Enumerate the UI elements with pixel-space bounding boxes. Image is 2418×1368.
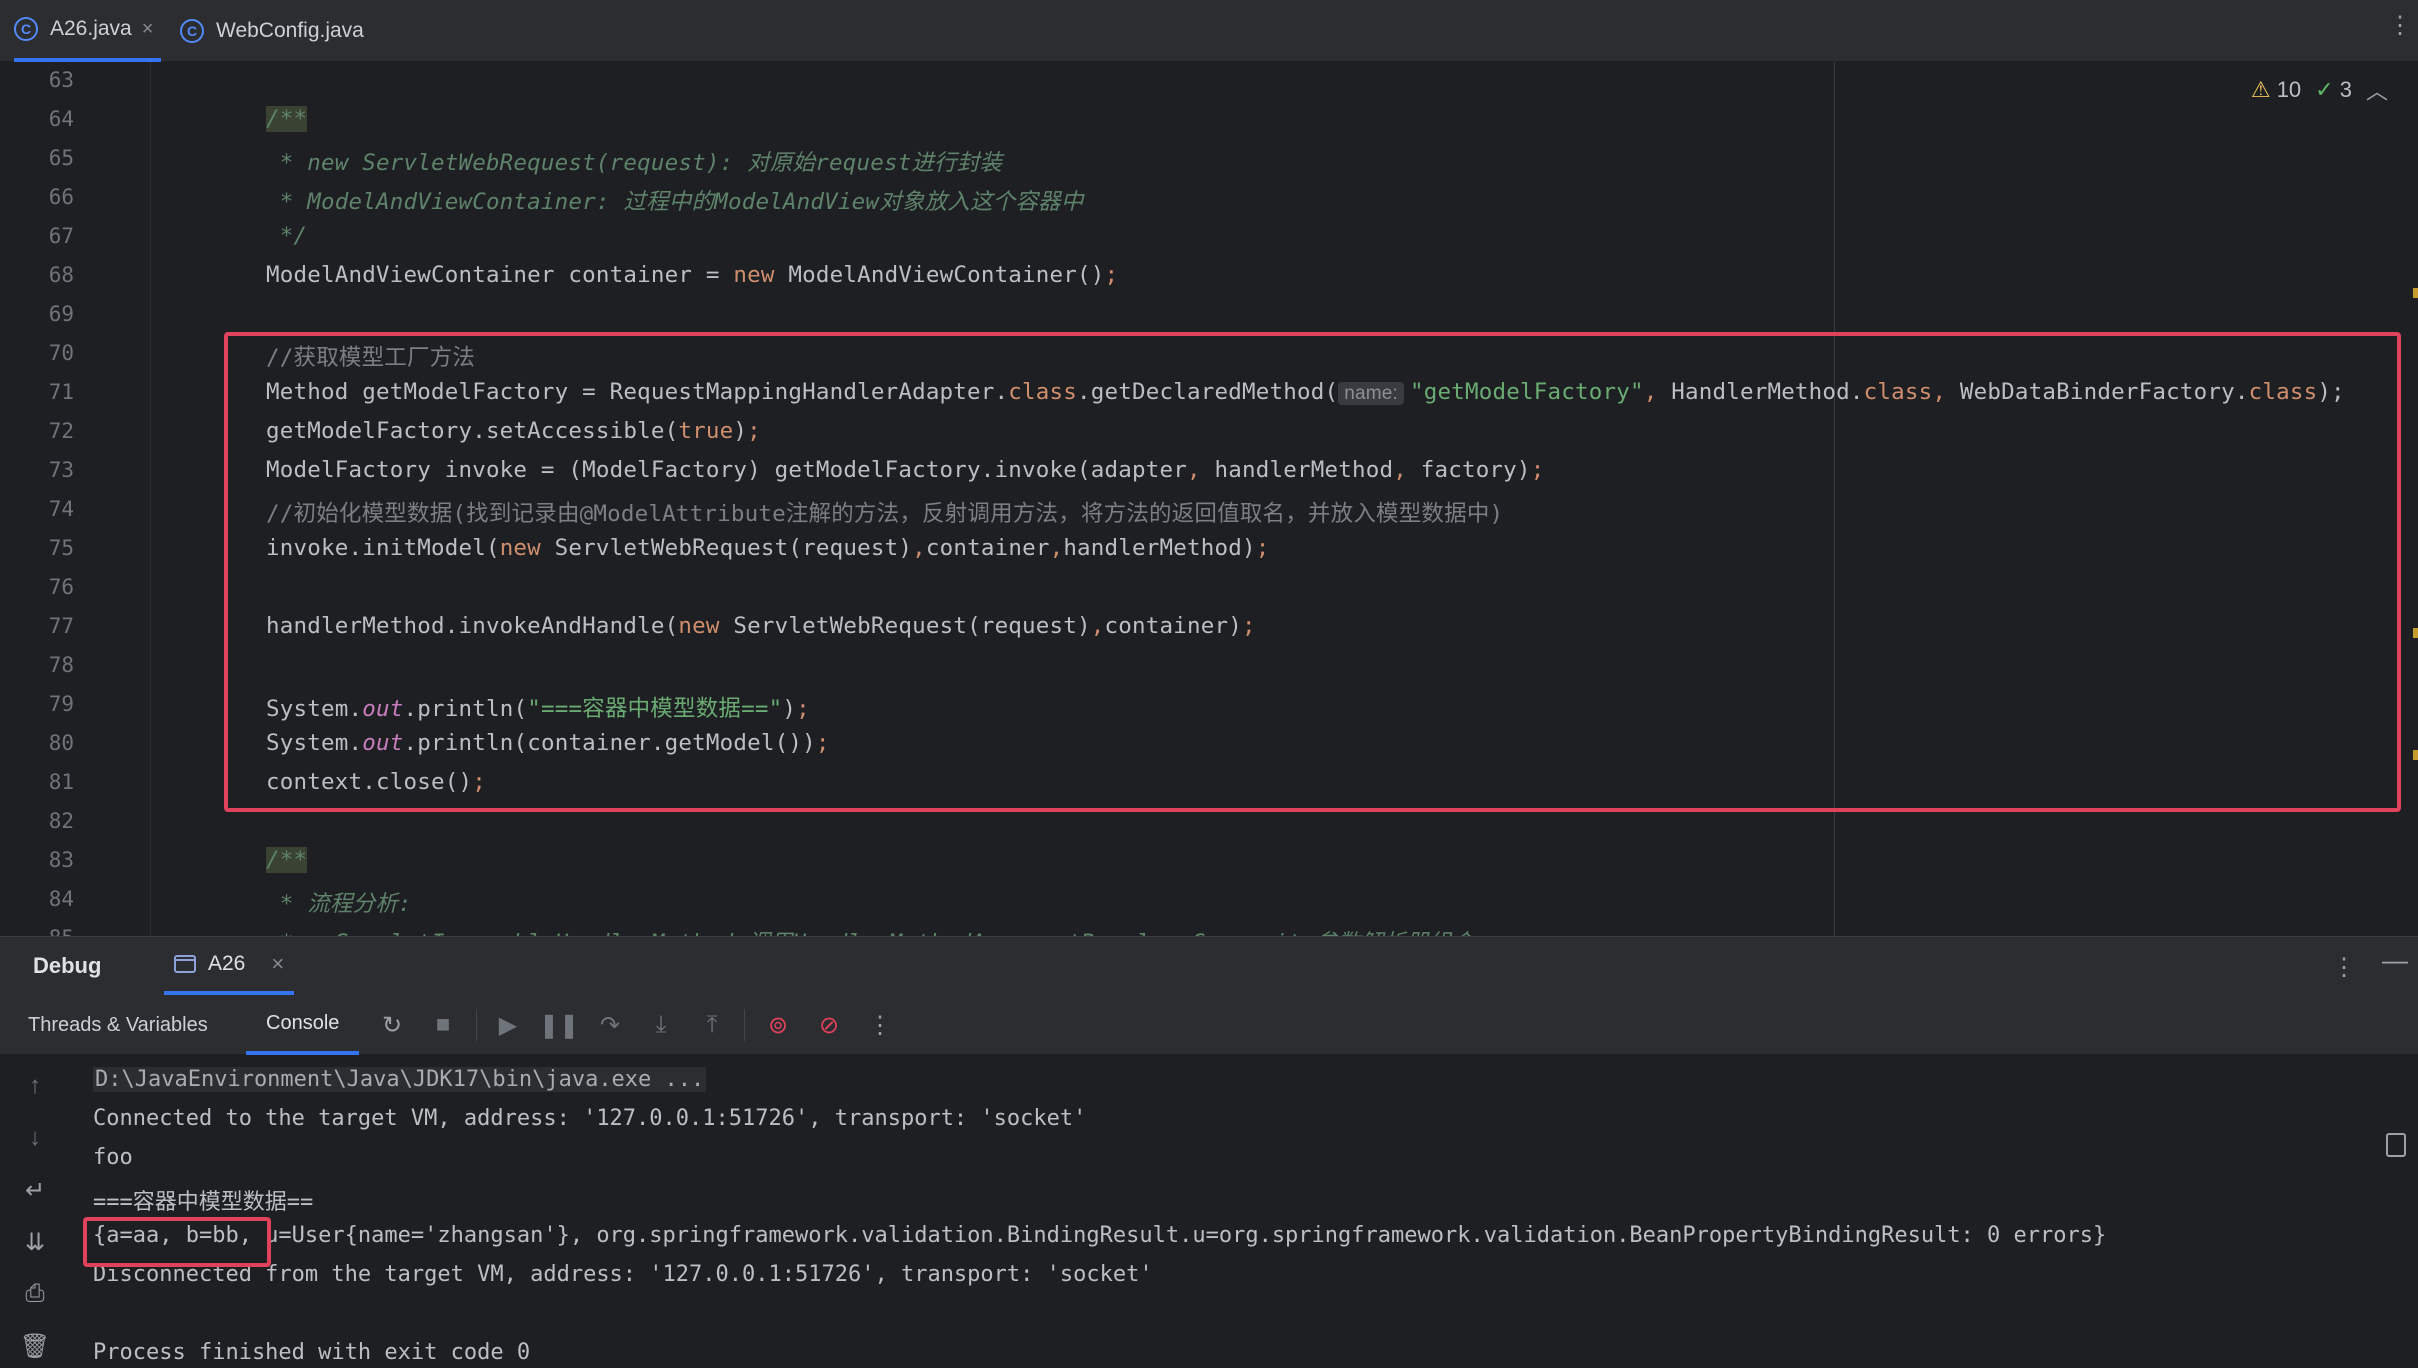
tab-webconfig-java[interactable]: C WebConfig.java (180, 0, 364, 62)
step-out-icon[interactable]: ⤒ (696, 1009, 728, 1041)
arrow-up-icon[interactable]: ↑ (20, 1071, 50, 1101)
class-icon: C (180, 19, 204, 43)
console-line: ===容器中模型数据== (93, 1190, 314, 1215)
stop-icon[interactable]: ■ (427, 1009, 459, 1041)
console-line: Process finished with exit code 0 (93, 1340, 531, 1365)
scrollbar-marker[interactable] (2413, 628, 2418, 638)
check-icon: ✓ (2315, 77, 2334, 102)
code-line-68: ModelAndViewContainer container = new Mo… (266, 262, 1119, 288)
class-icon: C (14, 17, 38, 41)
line-number: 79 (48, 692, 74, 716)
line-number: 73 (48, 458, 74, 482)
code-line-66: * ModelAndViewContainer: 过程中的ModelAndVie… (266, 189, 1084, 215)
scrollbar-marker[interactable] (2413, 288, 2418, 298)
minimize-icon[interactable]: — (2382, 945, 2408, 976)
warning-icon: ⚠ (2250, 77, 2271, 102)
line-number: 77 (48, 614, 74, 638)
line-number: 80 (48, 731, 74, 755)
command-line[interactable]: D:\JavaEnvironment\Java\JDK17\bin\java.e… (93, 1067, 707, 1092)
print-icon[interactable]: ⎙ (20, 1279, 50, 1309)
line-number: 68 (48, 263, 74, 287)
console-line: Connected to the target VM, address: '12… (93, 1106, 1087, 1131)
code-editor[interactable]: 63 64 65 66 67 68 69 70 71 72 73 74 75 7… (0, 62, 2418, 936)
more-vertical-icon[interactable]: ⋮ (2388, 14, 2412, 38)
line-number: 74 (48, 497, 74, 521)
console-output[interactable]: D:\JavaEnvironment\Java\JDK17\bin\java.e… (70, 1055, 2410, 1368)
step-over-icon[interactable]: ↷ (594, 1009, 626, 1041)
code-line-65: * new ServletWebRequest(request): 对原始req… (266, 150, 1003, 176)
line-number: 69 (48, 302, 74, 326)
warning-count[interactable]: ⚠ 10 (2251, 77, 2301, 103)
more-vertical-icon[interactable]: ⋮ (864, 1009, 896, 1041)
code-line-84: * 流程分析: (266, 891, 412, 917)
line-number: 75 (48, 536, 74, 560)
window-icon (174, 955, 196, 973)
tab-a26-java[interactable]: C A26.java × (14, 0, 162, 62)
line-number: 85 (49, 926, 74, 936)
line-number: 70 (48, 341, 74, 365)
line-number: 66 (48, 185, 74, 209)
line-number: 64 (48, 107, 74, 131)
tab-console[interactable]: Console (246, 995, 360, 1055)
line-number: 82 (48, 809, 74, 833)
mute-breakpoints-icon[interactable]: ⊘ (813, 1009, 845, 1041)
inspection-widget[interactable]: ⚠ 10 ✓ 3 ︿ (2251, 74, 2388, 106)
tab-label: A26.java (50, 17, 132, 40)
soft-wrap-icon[interactable]: ↵ (20, 1175, 50, 1205)
toolbar-separator (744, 1009, 745, 1041)
editor-tab-bar: C A26.java × C WebConfig.java ⋮ (0, 0, 2418, 62)
console-side-toolbar: ↑ ↓ ↵ ⇊ ⎙ 🗑 (0, 1055, 70, 1368)
line-number-gutter: 63 64 65 66 67 68 69 70 71 72 73 74 75 7… (0, 62, 150, 936)
fold-divider (150, 62, 151, 936)
tab-threads-variables[interactable]: Threads & Variables (28, 995, 208, 1055)
rerun-icon[interactable]: ↻ (376, 1009, 408, 1041)
debug-session-tab[interactable]: A26 × (164, 937, 295, 995)
line-number: 72 (48, 419, 74, 443)
scrollbar-marker[interactable] (2413, 750, 2418, 760)
debug-title: Debug (33, 953, 102, 978)
debug-toolbar: Threads & Variables Console ↻ ■ ▶ ❚❚ ↷ ⤓… (0, 995, 2418, 1055)
close-icon[interactable]: × (142, 18, 154, 41)
resume-icon[interactable]: ▶ (492, 1009, 524, 1041)
trash-icon[interactable]: 🗑 (20, 1331, 50, 1361)
line-number: 71 (48, 380, 74, 404)
line-number: 63 (48, 68, 74, 92)
view-breakpoints-icon[interactable]: ⊚ (762, 1009, 794, 1041)
weak-warning-count[interactable]: ✓ 3 (2315, 77, 2352, 103)
toolbar-separator (476, 1009, 477, 1041)
line-number: 67 (48, 224, 74, 248)
chevron-up-icon[interactable]: ︿ (2366, 74, 2388, 106)
console-line: {a=aa, b=bb, u=User{name='zhangsan'}, or… (93, 1223, 2107, 1248)
pause-icon[interactable]: ❚❚ (539, 1009, 579, 1041)
scroll-to-end-icon[interactable]: ⇊ (20, 1227, 50, 1257)
arrow-down-icon[interactable]: ↓ (20, 1123, 50, 1153)
code-line-85: * ServletInvocableHandlerMethod 调用Handle… (266, 925, 1474, 936)
code-highlight-box (224, 332, 2401, 812)
console-line: D:\JavaEnvironment\Java\JDK17\bin\java.e… (93, 1067, 707, 1092)
line-number: 78 (48, 653, 74, 677)
line-number: 83 (48, 848, 74, 872)
code-line-64: /** (266, 106, 308, 132)
line-number: 84 (48, 887, 74, 911)
result-highlight-box (83, 1217, 271, 1267)
line-number: 76 (48, 575, 74, 599)
more-vertical-icon[interactable]: ⋮ (2332, 953, 2356, 982)
console-line: foo (93, 1145, 133, 1170)
code-line-67: */ (266, 223, 308, 249)
panel-icon[interactable] (2386, 1133, 2406, 1157)
debug-tool-window: Debug A26 × ⋮ — Threads & Variables Cons… (0, 936, 2418, 1368)
close-icon[interactable]: × (271, 951, 284, 977)
line-number: 65 (48, 146, 74, 170)
step-into-icon[interactable]: ⤓ (645, 1009, 677, 1041)
debug-header: Debug A26 × ⋮ — (0, 937, 2418, 995)
tab-label: WebConfig.java (216, 19, 364, 42)
line-number: 81 (48, 770, 74, 794)
code-line-83: /** (266, 847, 308, 873)
